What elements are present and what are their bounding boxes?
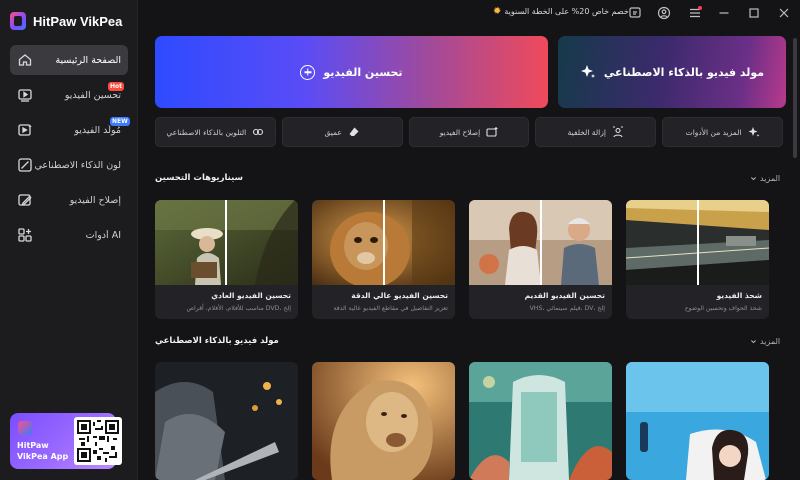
remove-bg-icon <box>612 126 623 138</box>
card-subtitle: مناسب للأفلام، الأفلام، أقراص DVD، إلخ <box>186 305 291 312</box>
ai-media-card[interactable] <box>155 362 298 480</box>
chevron-down-icon <box>750 177 757 181</box>
sparkle-icon <box>748 127 759 137</box>
sidebar-item-label: مُولِّد الفيديو <box>74 124 121 136</box>
scrollbar[interactable] <box>793 38 797 158</box>
promo-text: HitPaw VikPea App <box>17 440 73 462</box>
promo-message[interactable]: ✹ خصم خاص 20% على الخطة السنوية <box>493 6 629 17</box>
tool-label: التلوين بالذكاء الاصطناعي <box>166 127 247 137</box>
tool-label: المزيد من الأدوات <box>685 127 742 137</box>
scenario-card-general[interactable]: تحسين الفيديو العادي مناسب للأفلام، الأف… <box>155 200 298 319</box>
video-generator-icon <box>18 124 32 136</box>
sparkle-icon <box>580 65 595 78</box>
card-title: تحسين الفيديو القديم <box>524 291 605 300</box>
brand: HitPaw VikPea <box>10 10 122 32</box>
card-title: تحسين الفيديو العادي <box>211 291 291 300</box>
chevron-down-icon <box>750 340 757 344</box>
app-name: HitPaw VikPea <box>33 13 123 29</box>
user-icon[interactable] <box>656 5 672 21</box>
card-title: تحسين الفيديو عالي الدقة <box>351 291 448 300</box>
more-label: المزيد <box>760 337 781 346</box>
ai-media-card[interactable] <box>469 362 612 480</box>
sidebar-item-video-enhance[interactable]: تحسين الفيديو Hot <box>10 80 128 110</box>
enhance-video-banner[interactable]: تحسين الفيديو <box>155 36 548 108</box>
tool-label: عميق <box>324 127 342 137</box>
eraser-icon <box>349 127 359 136</box>
card-subtitle: VHS، فيلم سينمائي، DV، إلخ <box>529 305 605 312</box>
compare-divider <box>697 200 699 285</box>
more-link-enhance[interactable]: المزيد <box>750 174 780 183</box>
sidebar-item-ai-color[interactable]: لون الذكاء الاصطناعي <box>10 150 128 180</box>
video-enhance-icon <box>18 89 32 102</box>
card-title: شحذ الفيديو <box>716 291 762 300</box>
card-thumbnail <box>626 200 769 285</box>
sidebar: HitPaw VikPea الصفحة الرئيسية تحسين الفي… <box>0 0 138 480</box>
sun-icon: ✹ <box>493 6 502 17</box>
section-title-enhance: سيناريوهات التحسين <box>155 173 243 183</box>
maximize-icon[interactable] <box>746 5 762 21</box>
new-badge: NEW <box>110 117 130 126</box>
ai-generator-label: مولد فيديو بالذكاء الاصطناعي <box>603 65 765 79</box>
ai-media-card[interactable] <box>626 362 769 480</box>
tool-remove-background[interactable]: إزالة الخلفية <box>535 117 657 147</box>
sidebar-item-label: لون الذكاء الاصطناعي <box>34 159 122 171</box>
promo-line-2: VikPea App <box>17 452 69 461</box>
minimize-icon[interactable] <box>716 5 732 21</box>
palette-icon <box>253 128 264 136</box>
scenario-card-hd[interactable]: تحسين الفيديو عالي الدقة تعزيز التفاصيل … <box>312 200 455 319</box>
app-download-promo[interactable]: HitPaw VikPea App <box>10 413 122 469</box>
enhance-video-label: تحسين الفيديو <box>323 65 403 79</box>
chat-icon[interactable] <box>627 5 643 21</box>
sidebar-item-video-repair[interactable]: إصلاح الفيديو <box>10 185 128 215</box>
tool-label: إصلاح الفيديو <box>439 127 481 137</box>
tool-ai-colorize[interactable]: التلوين بالذكاء الاصطناعي <box>155 117 276 147</box>
home-icon <box>18 54 32 66</box>
sidebar-item-label: إصلاح الفيديو <box>69 194 121 206</box>
sidebar-item-label: أدوات AI <box>85 229 121 241</box>
tools-grid-icon <box>18 228 32 242</box>
close-icon[interactable] <box>776 5 792 21</box>
sidebar-nav: الصفحة الرئيسية تحسين الفيديو Hot مُولِّ… <box>10 45 130 255</box>
compare-divider <box>383 200 385 285</box>
tool-label: إزالة الخلفية <box>567 127 606 137</box>
repair-icon <box>18 194 32 206</box>
color-icon <box>18 158 32 172</box>
scenario-card-sharpen[interactable]: شحذ الفيديو شحذ الحواف وتحسين الوضوح <box>626 200 769 319</box>
card-thumbnail <box>312 200 455 285</box>
scenario-card-old[interactable]: تحسين الفيديو القديم VHS، فيلم سينمائي، … <box>469 200 612 319</box>
tool-more-tools[interactable]: المزيد من الأدوات <box>662 117 783 147</box>
card-subtitle: تعزيز التفاصيل في مقاطع الفيديو عالية ال… <box>333 305 448 312</box>
sidebar-item-label: تحسين الفيديو <box>64 89 121 101</box>
app-logo-icon <box>10 12 26 30</box>
video-repair-icon <box>486 127 498 137</box>
promo-line-1: HitPaw <box>17 441 49 450</box>
quick-tools-row: التلوين بالذكاء الاصطناعي عميق إصلاح الف… <box>155 117 783 147</box>
card-subtitle: شحذ الحواف وتحسين الوضوح <box>684 305 762 312</box>
plus-circle-icon <box>300 64 316 80</box>
app-window: HitPaw VikPea الصفحة الرئيسية تحسين الفي… <box>0 0 800 480</box>
main-content: تحسين الفيديو مولد فيديو بالذكاء الاصطنا… <box>138 26 790 480</box>
more-label: المزيد <box>760 174 781 183</box>
compare-divider <box>540 200 542 285</box>
more-link-ai-generator[interactable]: المزيد <box>750 337 780 346</box>
ai-media-card[interactable] <box>312 362 455 480</box>
tool-deep[interactable]: عميق <box>281 117 403 147</box>
promo-message-text: خصم خاص 20% على الخطة السنوية <box>504 7 629 16</box>
card-thumbnail <box>469 200 612 285</box>
section-title-ai-generator: مولد فيديو بالذكاء الاصطناعي <box>155 336 279 346</box>
hot-badge: Hot <box>108 82 125 91</box>
tool-video-repair[interactable]: إصلاح الفيديو <box>408 117 530 147</box>
qr-code <box>74 417 122 465</box>
compare-divider <box>225 200 227 285</box>
card-thumbnail <box>155 200 298 285</box>
sidebar-item-home[interactable]: الصفحة الرئيسية <box>10 45 128 75</box>
sidebar-item-video-generator[interactable]: مُولِّد الفيديو NEW <box>10 115 130 145</box>
app-logo-icon <box>18 421 32 435</box>
ai-video-generator-banner[interactable]: مولد فيديو بالذكاء الاصطناعي <box>558 36 786 108</box>
title-bar: ✹ خصم خاص 20% على الخطة السنوية <box>138 0 800 26</box>
sidebar-item-label: الصفحة الرئيسية <box>55 54 121 66</box>
notification-dot <box>698 6 702 10</box>
sidebar-item-ai-tools[interactable]: أدوات AI <box>10 220 128 250</box>
